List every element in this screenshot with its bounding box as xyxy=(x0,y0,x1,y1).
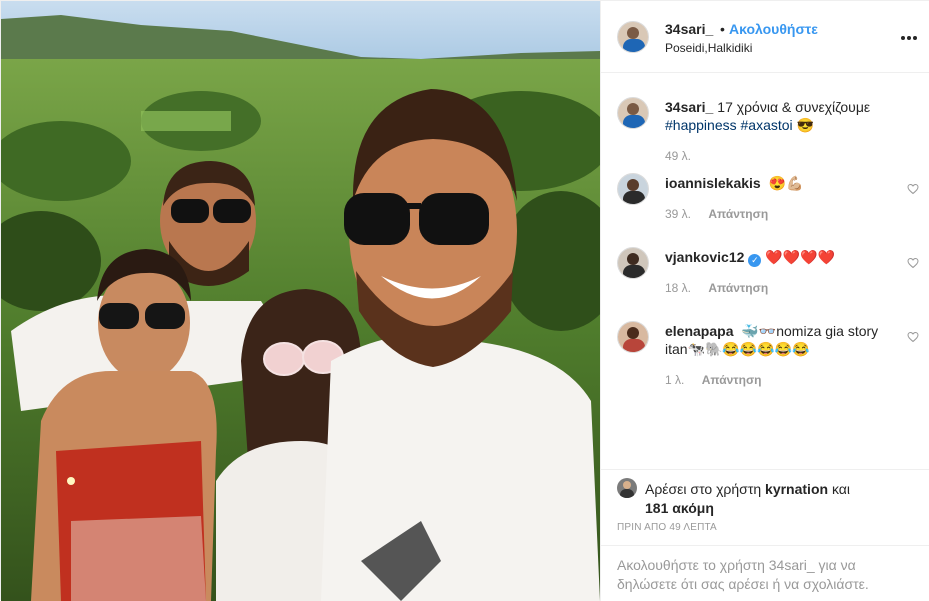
caption-avatar[interactable] xyxy=(617,97,649,129)
comment-text: 😍💪🏼 xyxy=(768,175,804,191)
post-location[interactable]: Poseidi,Halkidiki xyxy=(665,41,752,55)
comment-username[interactable]: elenapapa xyxy=(665,323,733,339)
post-container: 34sari_ • Ακολουθήστε Poseidi,Halkidiki … xyxy=(0,0,929,601)
comment-age[interactable]: 39 λ. xyxy=(665,207,691,221)
commenter-avatar[interactable] xyxy=(617,247,649,279)
author-avatar[interactable] xyxy=(617,21,649,53)
like-comment-heart-icon[interactable] xyxy=(907,183,919,195)
comment-text-block: elenapapa 🐳👓nomiza gia story itan🐄🐘😂😂😂😂😂 xyxy=(665,322,901,358)
post-timestamp[interactable]: ΠΡΙΝ ΑΠΟ 49 ΛΕΠΤΑ xyxy=(617,522,717,533)
login-prompt-link[interactable]: Ακολουθήστε το χρήστη 34sari_ για να δηλ… xyxy=(617,557,869,592)
comments-list: 34sari_ 17 χρόνια & συνεχίζουμε #happines… xyxy=(601,73,929,469)
comment-age[interactable]: 1 λ. xyxy=(665,373,684,387)
comment-meta: 18 λ. Απάντηση xyxy=(665,281,768,295)
hashtag-link[interactable]: #happiness xyxy=(665,117,737,133)
likes-others-link[interactable]: 181 ακόμη xyxy=(645,500,714,516)
comment-meta: 39 λ. Απάντηση xyxy=(665,207,768,221)
caption-meta: 49 λ. xyxy=(665,149,705,163)
liker-avatar[interactable] xyxy=(617,478,637,498)
login-prompt-text: Ακολουθήστε το χρήστη 34sari_ για να δηλ… xyxy=(617,556,917,594)
likes-section: Αρέσει στο χρήστη kyrnation και 181 ακόμ… xyxy=(601,469,929,545)
comment-username[interactable]: ioannislekakis xyxy=(665,175,761,191)
post-photo[interactable] xyxy=(1,1,600,601)
login-prompt: Ακολουθήστε το χρήστη 34sari_ για να δηλ… xyxy=(601,545,929,601)
comment-text-block: ioannislekakis 😍💪🏼 xyxy=(665,174,901,192)
comment-age[interactable]: 49 λ. xyxy=(665,149,691,163)
post-header: 34sari_ • Ακολουθήστε Poseidi,Halkidiki xyxy=(601,1,929,73)
comment-meta: 1 λ. Απάντηση xyxy=(665,373,761,387)
author-username[interactable]: 34sari_ xyxy=(665,21,713,37)
liker-username[interactable]: kyrnation xyxy=(765,481,828,497)
caption-text: 17 χρόνια & συνεχίζουμε xyxy=(717,99,871,115)
caption-username[interactable]: 34sari_ xyxy=(665,99,713,115)
like-comment-heart-icon[interactable] xyxy=(907,331,919,343)
like-comment-heart-icon[interactable] xyxy=(907,257,919,269)
header-separator: • xyxy=(720,21,725,37)
reply-button[interactable]: Απάντηση xyxy=(708,281,768,295)
likes-conjunction: και xyxy=(831,481,850,497)
caption-emoji: 😎 xyxy=(796,117,814,133)
hashtag-link[interactable]: #axastoi xyxy=(741,117,793,133)
comment-text-block: vjankovic12 ✓ ❤️❤️❤️❤️ xyxy=(665,248,901,267)
reply-button[interactable]: Απάντηση xyxy=(708,207,768,221)
more-options-icon[interactable] xyxy=(899,27,919,47)
follow-button[interactable]: Ακολουθήστε xyxy=(729,21,818,37)
comment-text: ❤️❤️❤️❤️ xyxy=(765,249,836,265)
photo-illustration xyxy=(1,1,600,601)
comment-age[interactable]: 18 λ. xyxy=(665,281,691,295)
reply-button[interactable]: Απάντηση xyxy=(702,373,762,387)
likes-prefix: Αρέσει στο χρήστη xyxy=(645,481,762,497)
likes-summary: Αρέσει στο χρήστη kyrnation και 181 ακόμ… xyxy=(645,480,915,518)
post-side-panel: 34sari_ • Ακολουθήστε Poseidi,Halkidiki … xyxy=(600,1,929,601)
verified-badge-icon: ✓ xyxy=(748,254,762,267)
commenter-avatar[interactable] xyxy=(617,321,649,353)
caption-text-block: 34sari_ 17 χρόνια & συνεχίζουμε #happines… xyxy=(665,98,901,134)
comment-username[interactable]: vjankovic12 xyxy=(665,249,744,265)
commenter-avatar[interactable] xyxy=(617,173,649,205)
